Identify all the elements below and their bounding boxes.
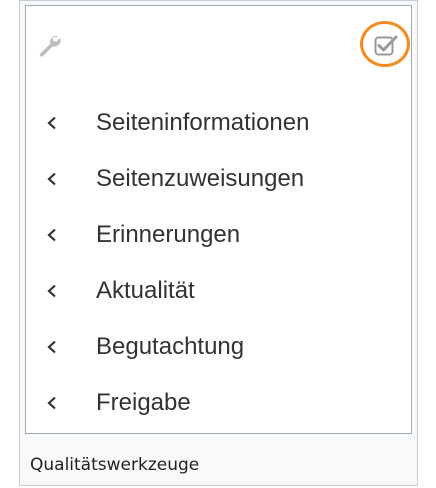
menu-item-freigabe[interactable]: Freigabe	[34, 386, 384, 420]
menu-item-label: Seitenzuweisungen	[96, 165, 305, 192]
chevron-left-icon	[47, 340, 56, 354]
chevron-left-icon	[47, 284, 56, 298]
checkbox-checked-icon	[374, 35, 398, 56]
chevron-left-icon	[47, 396, 56, 410]
menu-item-label: Erinnerungen	[96, 221, 241, 248]
chevron-left-icon	[47, 116, 56, 130]
menu-item-label: Freigabe	[96, 389, 191, 416]
menu-item-seiteninformationen[interactable]: Seiteninformationen	[34, 106, 384, 140]
menu-item-seitenzuweisungen[interactable]: Seitenzuweisungen	[34, 162, 384, 196]
chevron-left-icon	[47, 172, 56, 186]
menu-item-label: Seiteninformationen	[96, 109, 310, 136]
menu-item-begutachtung[interactable]: Begutachtung	[34, 330, 384, 364]
wrench-icon[interactable]	[36, 32, 62, 58]
figure-caption: Qualitätswerkzeuge	[30, 455, 200, 475]
menu-item-erinnerungen[interactable]: Erinnerungen	[34, 218, 384, 252]
menu-item-label: Begutachtung	[96, 333, 245, 360]
quality-check-button[interactable]	[360, 21, 410, 67]
menu-item-label: Aktualität	[96, 277, 195, 304]
chevron-left-icon	[47, 228, 56, 242]
menu-item-aktualitaet[interactable]: Aktualität	[34, 274, 384, 308]
